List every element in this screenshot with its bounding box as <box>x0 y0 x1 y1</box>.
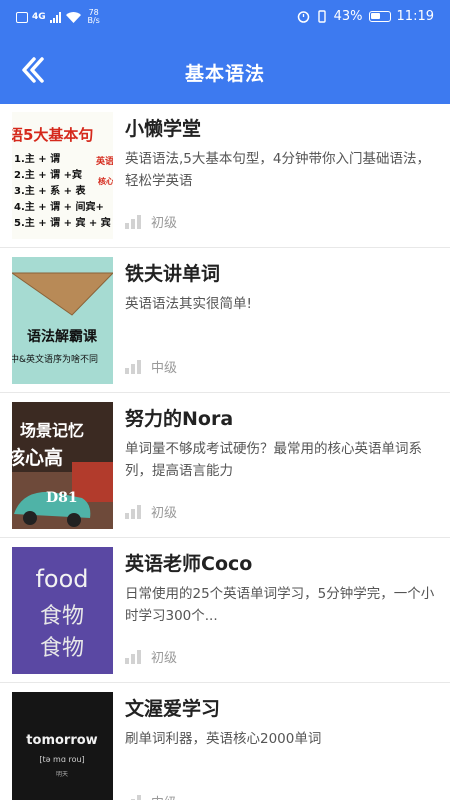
thumb-subtitle: 明天 <box>56 771 68 778</box>
page-title: 基本语法 <box>184 63 265 85</box>
thumb-tag: D81 <box>46 490 78 506</box>
vibrate-icon <box>317 10 326 23</box>
thumb-title: tomorrow <box>26 733 97 748</box>
course-thumbnail: 语5大基本句 1.主 + 谓 2.主 + 谓 +宾 3.主 + 系 + 表 4.… <box>12 112 113 239</box>
level-label: 初级 <box>151 651 178 666</box>
clock: 11:19 <box>396 9 434 24</box>
course-item[interactable]: 语5大基本句 1.主 + 谓 2.主 + 谓 +宾 3.主 + 系 + 表 4.… <box>0 104 450 248</box>
thumb-subtitle: 食物 <box>40 636 84 661</box>
course-name: 铁夫讲单词 <box>125 263 221 285</box>
thumb-line: 2.主 + 谓 +宾 <box>14 168 82 181</box>
course-thumbnail: food 食物 食物 <box>12 547 113 674</box>
wifi-icon <box>65 11 81 23</box>
top-bar: 4G 78 B/s 43% 11:19 基本语法 <box>0 0 450 104</box>
app-header: 基本语法 <box>0 44 450 100</box>
thumb-side: 英语 <box>95 155 113 167</box>
thumb-subtitle: 食物 <box>40 604 84 629</box>
course-item[interactable]: tomorrow [tə mɑ rou] 明天 文渥爱学习 刷单词利器，英语核心… <box>0 684 450 800</box>
level-label: 中级 <box>151 792 177 800</box>
course-item[interactable]: food 食物 食物 英语老师Coco 日常使用的25个英语单词学习，5分钟学完… <box>0 539 450 683</box>
alarm-icon <box>297 11 309 23</box>
level-bars-icon <box>125 504 141 519</box>
course-thumbnail: tomorrow [tə mɑ rou] 明天 <box>12 692 113 800</box>
status-bar: 4G 78 B/s 43% 11:19 <box>0 0 450 34</box>
course-name: 英语老师Coco <box>125 553 253 575</box>
network-speed: 78 B/s <box>87 8 100 25</box>
thumb-title: food <box>35 565 88 593</box>
thumb-title: 语5大基本句 <box>12 126 93 144</box>
level-bars-icon <box>125 214 141 229</box>
course-level: 中级 <box>125 357 177 376</box>
thumb-line: 4.主 + 谓 + 间宾+ <box>14 200 104 213</box>
thumb-line: 5.主 + 谓 + 宾 + 宾 <box>14 216 111 229</box>
course-level: 初级 <box>125 212 177 231</box>
thumb-line: 3.主 + 系 + 表 <box>14 184 86 197</box>
course-level: 初级 <box>125 502 177 521</box>
course-level: 初级 <box>125 647 177 666</box>
thumb-subtitle: 中&英文语序为啥不同 <box>12 353 98 365</box>
course-level: 中级 <box>125 792 177 800</box>
course-name: 小懒学堂 <box>125 118 202 140</box>
signal-icon <box>49 11 61 23</box>
level-bars-icon <box>125 359 141 374</box>
thumb-side: 核心 <box>98 176 113 186</box>
course-name: 努力的Nora <box>125 408 234 430</box>
thumb-subtitle: 核心高 <box>12 446 63 469</box>
thumb-title: 场景记忆 <box>20 421 84 440</box>
level-label: 中级 <box>151 361 178 376</box>
course-thumbnail: 场景记忆 核心高 D81 <box>12 402 113 529</box>
course-description: 英语语法,5大基本句型，4分钟带你入门基础语法，轻松学英语 <box>125 151 430 189</box>
course-description: 英语语法其实很简单! <box>125 296 252 312</box>
course-list: 语5大基本句 1.主 + 谓 2.主 + 谓 +宾 3.主 + 系 + 表 4.… <box>0 104 450 800</box>
course-description: 刷单词利器，英语核心2000单词 <box>125 731 322 747</box>
battery-icon <box>368 11 391 22</box>
course-item[interactable]: 语法解霸课 中&英文语序为啥不同 铁夫讲单词 英语语法其实很简单! 中级 <box>0 249 450 393</box>
course-item[interactable]: 场景记忆 核心高 D81 努力的Nora 单词量不够成考试硬伤？最常用的核心英语… <box>0 394 450 538</box>
course-description: 日常使用的25个英语单词学习，5分钟学完，一个小时学习300个... <box>125 586 435 624</box>
course-thumbnail: 语法解霸课 中&英文语序为啥不同 <box>12 257 113 384</box>
course-name: 文渥爱学习 <box>125 698 221 720</box>
level-label: 初级 <box>151 216 178 231</box>
level-bars-icon <box>125 649 141 664</box>
thumb-subtitle: [tə mɑ rou] <box>39 755 84 764</box>
thumb-line: 1.主 + 谓 <box>14 152 60 165</box>
network-label: 4G <box>32 12 46 22</box>
battery-percent: 43% <box>333 9 363 24</box>
thumb-title: 语法解霸课 <box>27 328 98 345</box>
level-bars-icon <box>125 794 141 800</box>
sim-icon <box>16 11 28 23</box>
level-label: 初级 <box>151 506 178 521</box>
course-description: 单词量不够成考试硬伤？最常用的核心英语单词系列，提高语言能力 <box>125 441 422 479</box>
